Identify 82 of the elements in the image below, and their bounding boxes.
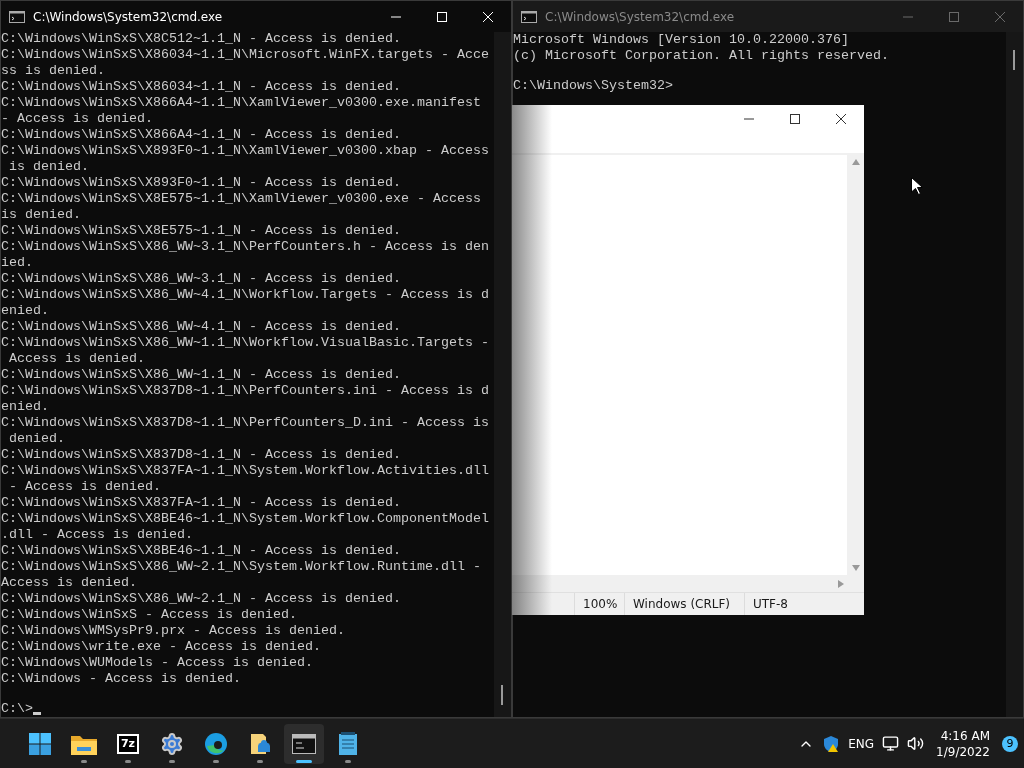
console-line: enied. bbox=[1, 399, 49, 415]
console-line: is denied. bbox=[1, 207, 81, 223]
scroll-right-icon[interactable] bbox=[838, 579, 844, 588]
console-line: C:\Windows\WinSxS\X893F0~1.1_N - Access is denied. bbox=[1, 175, 401, 191]
console-line: C:\Windows - Access is denied. bbox=[1, 671, 241, 687]
console-line: C:\Windows\WinSxS\X8BE46~1.1_N - Access is denied. bbox=[1, 543, 401, 559]
maximize-icon bbox=[949, 11, 959, 22]
console-line: (c) Microsoft Corporation. All rights reserved. bbox=[513, 48, 889, 64]
console-line: C:\Windows\WUModels - Access is denied. bbox=[1, 655, 313, 671]
console-line: C:\Windows\WinSxS\X86_WW~4.1_N - Access is denied. bbox=[1, 319, 401, 335]
console-line: C:\Windows\WinSxS\X86_WW~1.1_N\Workflow.VisualBasic.Targets - bbox=[1, 335, 489, 351]
status-text: Windows (CRLF) bbox=[624, 593, 744, 615]
console-line: C:\Windows\WinSxS\X86_WW~2.1_N\System.Workflow.Runtime.dll - bbox=[1, 559, 481, 575]
status-text: 100% bbox=[574, 593, 624, 615]
console-line: C:\Windows\WMSysPr9.prx - Access is denied. bbox=[1, 623, 345, 639]
document-folder-icon bbox=[248, 731, 272, 756]
maximize-icon bbox=[437, 11, 447, 22]
archive-icon: 7z bbox=[117, 733, 139, 754]
network-icon[interactable] bbox=[882, 735, 900, 752]
console-icon bbox=[9, 10, 25, 23]
console-icon bbox=[521, 10, 537, 23]
console-line: - Access is denied. bbox=[1, 111, 153, 127]
console-line: C:\Windows\WinSxS\X86034~1.1_N\Microsoft.WinFX.targets - Acce bbox=[1, 47, 489, 63]
console-line: C:\Windows\WinSxS\X837FA~1.1_N\System.Workflow.Activities.dll bbox=[1, 463, 489, 479]
console-line: C:\Windows\WinSxS\X837D8~1.1_N\PerfCounters.ini - Access is d bbox=[1, 383, 489, 399]
taskbar-app-button[interactable]: 7z bbox=[108, 723, 148, 764]
scroll-down-icon[interactable] bbox=[851, 565, 860, 571]
console-line: Access is denied. bbox=[8, 351, 145, 367]
console-line: is denied. bbox=[8, 159, 89, 175]
taskbar-app-button[interactable] bbox=[284, 723, 324, 764]
window-title: C:\Windows\System32\cmd.exe bbox=[33, 9, 224, 24]
close-icon bbox=[995, 11, 1005, 22]
console-line: C:\Windows\WinSxS\X866A4~1.1_N - Access is denied. bbox=[1, 127, 401, 143]
scrollbar[interactable] bbox=[494, 32, 511, 717]
console-line: C:\Windows\WinSxS\X893F0~1.1_N\XamlViewer_v0300.xbap - Access bbox=[1, 143, 489, 159]
console-line: C:\Windows\WinSxS\X86_WW~1.1_N - Access is denied. bbox=[1, 367, 401, 383]
vertical-scrollbar[interactable] bbox=[847, 155, 864, 575]
settings-icon bbox=[160, 731, 184, 756]
console-line: C:\Windows\WinSxS\X837FA~1.1_N - Access is denied. bbox=[1, 495, 401, 511]
browser-icon bbox=[204, 731, 228, 756]
console-line: C:\Windows\WinSxS\X837D8~1.1_N - Access is denied. bbox=[1, 447, 401, 463]
clock[interactable]: 4:16 AM 1/9/2022 bbox=[936, 727, 990, 760]
language-indicator[interactable]: ENG bbox=[848, 736, 875, 751]
command-prompt: C:\Windows\System32> bbox=[513, 78, 673, 94]
console-line: C:\Windows\WinSxS\X8E575~1.1_N\XamlViewer_v0300.exe - Access bbox=[1, 191, 481, 207]
text-cursor bbox=[33, 712, 41, 715]
scroll-up-icon[interactable] bbox=[851, 159, 860, 165]
console-line: C:\Windows\write.exe - Access is denied. bbox=[1, 639, 321, 655]
console-line: C:\Windows\WinSxS\X8BE46~1.1_N\System.Workflow.ComponentModel bbox=[1, 511, 489, 527]
console-line: C:\Windows\WinSxS\X86_WW~3.1_N - Access is denied. bbox=[1, 271, 401, 287]
console-line: C:\Windows\WinSxS\X837D8~1.1_N\PerfCounters_D.ini - Access is bbox=[1, 415, 489, 431]
close-icon bbox=[483, 11, 493, 22]
notepad-icon bbox=[338, 731, 358, 756]
console-line: C:\Windows\WinSxS - Access is denied. bbox=[1, 607, 297, 623]
console-line: ied. bbox=[1, 255, 33, 271]
console-line: enied. bbox=[1, 303, 49, 319]
console-line: C:\Windows\WinSxS\X8E575~1.1_N - Access is denied. bbox=[1, 223, 401, 239]
command-prompt: C:\> bbox=[1, 701, 33, 717]
console-line: .dll - Access is denied. bbox=[1, 527, 193, 543]
volume-icon[interactable] bbox=[907, 735, 925, 752]
horizontal-scrollbar[interactable] bbox=[512, 575, 864, 592]
console-line: C:\Windows\WinSxS\X866A4~1.1_N\XamlViewer_v0300.exe.manifest bbox=[1, 95, 481, 111]
console-line: - Access is denied. bbox=[8, 479, 161, 495]
console-line: Access is denied. bbox=[1, 575, 137, 591]
console-line: C:\Windows\WinSxS\X86_WW~2.1_N - Access is denied. bbox=[1, 591, 401, 607]
console-line: C:\Windows\WinSxS\X86_WW~3.1_N\PerfCounters.h - Access is den bbox=[1, 239, 489, 255]
mouse-pointer-icon bbox=[911, 177, 923, 195]
console-line: denied. bbox=[8, 431, 65, 447]
console-line: C:\Windows\WinSxS\X86034~1.1_N - Access is denied. bbox=[1, 79, 401, 95]
console-line: ss is denied. bbox=[1, 63, 105, 79]
start-icon bbox=[29, 732, 51, 755]
notification-badge[interactable]: 9 bbox=[1002, 735, 1018, 752]
window-title: C:\Windows\System32\cmd.exe bbox=[545, 9, 736, 24]
console-line: C:\Windows\WinSxS\X86_WW~4.1_N\Workflow.Targets - Access is d bbox=[1, 287, 489, 303]
status-text: UTF-8 bbox=[744, 593, 864, 615]
maximize-icon bbox=[790, 114, 800, 124]
scrollbar[interactable] bbox=[1006, 32, 1023, 717]
console-line: Microsoft Windows [Version 10.0.22000.376] bbox=[513, 32, 849, 48]
shield-icon[interactable] bbox=[822, 734, 841, 753]
terminal-icon bbox=[292, 733, 316, 754]
console-line: C:\Windows\WinSxS\X8C512~1.1_N - Access is denied. bbox=[1, 32, 401, 47]
close-icon bbox=[836, 114, 846, 124]
